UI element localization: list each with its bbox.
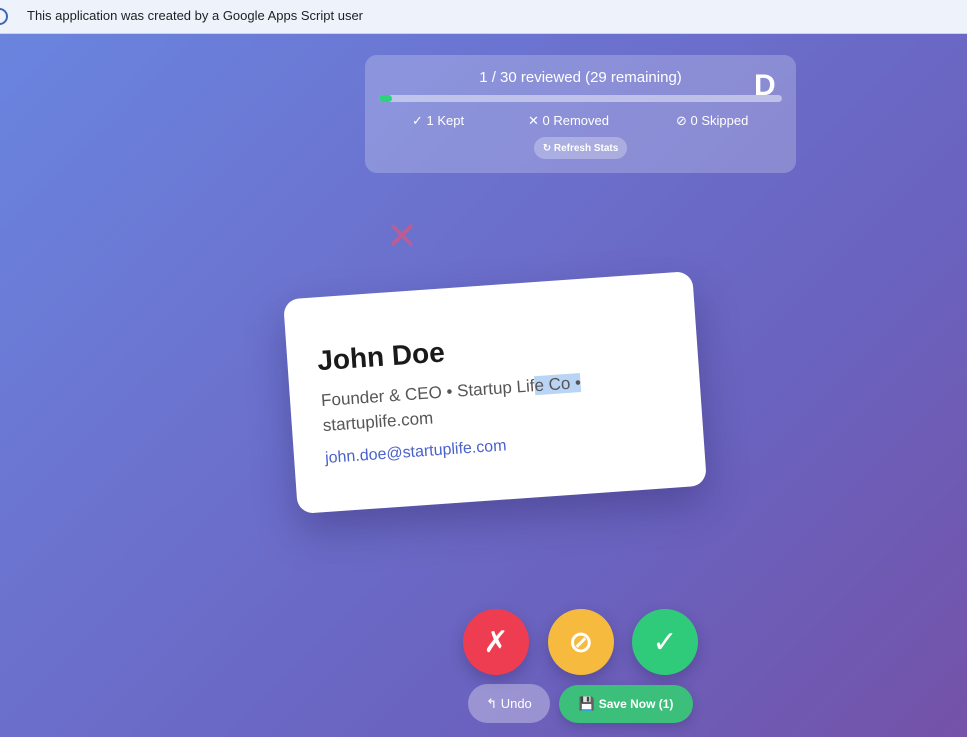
removed-count: ✕ 0 Removed bbox=[528, 113, 609, 128]
skip-button[interactable]: ⊘ bbox=[548, 609, 614, 675]
progress-fill bbox=[379, 95, 393, 102]
keep-button[interactable]: ✓ bbox=[632, 609, 698, 675]
info-icon bbox=[0, 8, 8, 25]
undo-button[interactable]: ↰ Undo bbox=[468, 684, 550, 723]
refresh-stats-button[interactable]: ↻ Refresh Stats bbox=[534, 137, 627, 159]
contact-website: startuplife.com bbox=[322, 408, 434, 436]
contact-title-line: Founder & CEO • Startup Life Co • bbox=[320, 373, 582, 411]
contact-email-link[interactable]: john.doe@startuplife.com bbox=[325, 437, 507, 468]
skipped-count: ⊘ 0 Skipped bbox=[676, 113, 749, 128]
progress-bar bbox=[379, 95, 782, 102]
kept-count: ✓ 1 Kept bbox=[412, 113, 465, 128]
remove-x-icon: ✕ bbox=[386, 216, 418, 258]
contact-name: John Doe bbox=[316, 336, 446, 377]
floppy-disk-icon: 💾 bbox=[578, 696, 595, 711]
script-user-banner: This application was created by a Google… bbox=[0, 0, 967, 34]
save-now-label: Save Now (1) bbox=[598, 697, 674, 711]
contact-card[interactable]: John Doe Founder & CEO • Startup Life Co… bbox=[283, 270, 707, 515]
remove-button[interactable]: ✗ bbox=[463, 609, 529, 675]
review-progress-title: 1 / 30 reviewed (29 remaining) bbox=[479, 69, 682, 86]
selected-text: e Co • bbox=[533, 373, 582, 396]
banner-text: This application was created by a Google… bbox=[27, 8, 364, 23]
save-now-button[interactable]: 💾 Save Now (1) bbox=[559, 685, 693, 723]
stats-panel: 1 / 30 reviewed (29 remaining) D ✓ 1 Kep… bbox=[365, 55, 796, 173]
contact-title-text: Founder & CEO • Startup Lif bbox=[320, 376, 536, 411]
